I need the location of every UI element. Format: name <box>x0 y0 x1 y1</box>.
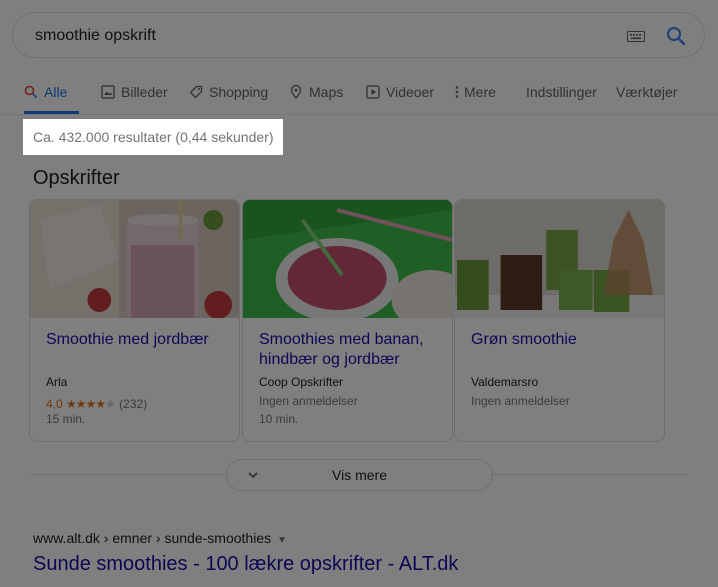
recipe-time: 10 min. <box>259 412 299 426</box>
result-title-link[interactable]: Sunde smoothies - 100 lækre opskrifter -… <box>33 553 458 576</box>
tab-billeder[interactable]: Billeder <box>101 78 168 114</box>
recipe-image <box>243 200 452 318</box>
rating-value: 4,0 <box>46 397 63 411</box>
recipe-image <box>455 200 664 318</box>
tab-videoer[interactable]: Videoer <box>366 78 434 114</box>
recipe-card[interactable]: Grøn smoothie Valdemarsro Ingen anmeldel… <box>454 199 665 442</box>
search-tabs: Alle Billeder Shopping Maps Videoer Mere… <box>0 78 718 115</box>
tab-label: Maps <box>309 84 344 100</box>
recipe-reviews: Ingen anmeldelser <box>471 394 570 408</box>
star-empty-icon: ★ <box>105 397 116 411</box>
search-icon[interactable] <box>666 26 686 46</box>
more-vert-icon <box>455 86 459 98</box>
recipe-source: Arla <box>46 375 68 389</box>
recipe-card[interactable]: Smoothies med banan, hindbær og jordbær … <box>242 199 453 442</box>
search-icon <box>24 85 38 99</box>
map-pin-icon <box>290 85 302 99</box>
tab-label: Shopping <box>209 84 269 100</box>
tab-label: Værktøjer <box>616 84 678 100</box>
recipe-source: Valdemarsro <box>471 375 539 389</box>
recipe-reviews: Ingen anmeldelser <box>259 394 358 408</box>
recipe-rating: 4,0 ★★★★★ (232) <box>46 397 147 411</box>
video-icon <box>366 85 380 99</box>
tab-label: Billeder <box>121 84 168 100</box>
tab-label: Mere <box>464 84 496 100</box>
recipe-title[interactable]: Smoothies med banan, hindbær og jordbær <box>259 330 444 370</box>
tab-shopping[interactable]: Shopping <box>189 78 268 114</box>
search-results-page: smoothie opskrift Alle Billeder Shopping… <box>0 0 718 587</box>
star-icons: ★★★★ <box>66 397 106 411</box>
tab-indstillinger[interactable]: Indstillinger <box>526 78 597 114</box>
recipe-time: 15 min. <box>46 412 86 426</box>
recipe-title[interactable]: Smoothie med jordbær <box>46 330 231 350</box>
recipe-image <box>30 200 239 318</box>
recipe-title[interactable]: Grøn smoothie <box>471 330 656 350</box>
result-url[interactable]: www.alt.dk › emner › sunde-smoothies ▼ <box>33 530 287 546</box>
dropdown-caret-icon[interactable]: ▼ <box>277 535 287 546</box>
recipe-card[interactable]: Smoothie med jordbær Arla 4,0 ★★★★★ (232… <box>29 199 240 442</box>
result-stats: Ca. 432.000 resultater (0,44 sekunder) <box>33 129 274 145</box>
image-icon <box>101 85 115 99</box>
chevron-down-icon <box>248 472 258 479</box>
show-more-label: Vis mere <box>332 467 387 483</box>
tab-maps[interactable]: Maps <box>289 78 343 114</box>
tab-label: Indstillinger <box>526 84 597 100</box>
tab-vaerktoejer[interactable]: Værktøjer <box>616 78 677 114</box>
recipe-source: Coop Opskrifter <box>259 375 344 389</box>
tab-label: Videoer <box>386 84 435 100</box>
tab-label: Alle <box>44 84 68 100</box>
search-input[interactable]: smoothie opskrift <box>35 27 156 45</box>
tab-mere[interactable]: Mere <box>454 78 496 114</box>
result-breadcrumb: www.alt.dk › emner › sunde-smoothies <box>33 530 272 546</box>
review-count: (232) <box>119 397 148 411</box>
show-more-button[interactable]: Vis mere <box>226 459 493 491</box>
recipes-heading: Opskrifter <box>33 167 120 189</box>
tab-alle[interactable]: Alle <box>24 78 79 114</box>
search-box[interactable]: smoothie opskrift <box>12 12 705 58</box>
keyboard-icon[interactable] <box>627 31 645 42</box>
tag-icon <box>189 85 203 99</box>
